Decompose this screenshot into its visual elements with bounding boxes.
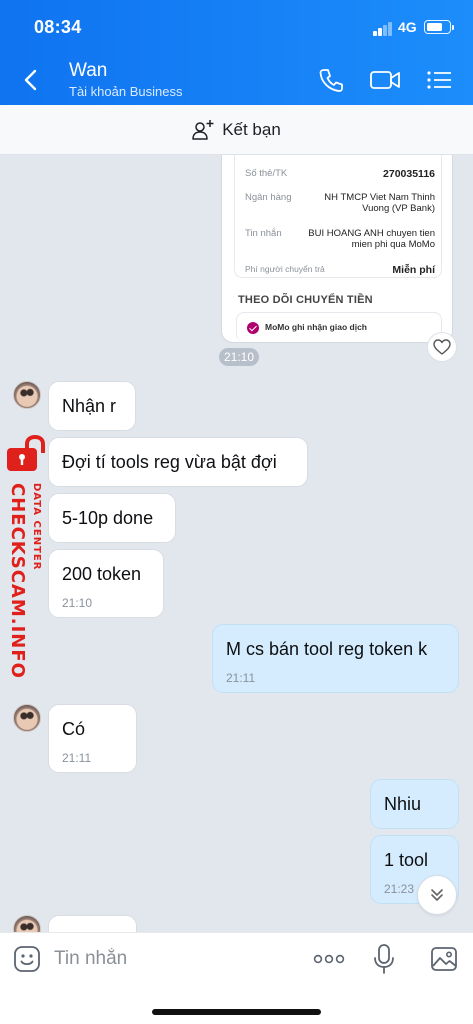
receipt-tracking-text: MoMo ghi nhận giao dịch [265, 322, 367, 332]
add-friend-icon [192, 119, 214, 140]
add-friend-label: Kết bạn [222, 119, 281, 139]
message-text: M cs bán tool reg token k [226, 639, 428, 659]
avatar[interactable] [13, 704, 41, 732]
receipt-row: Tin nhắn BUI HOANG ANH chuyen tien mien … [245, 228, 435, 256]
avatar[interactable] [13, 915, 41, 932]
watermark-brand: CHECKSCAM.INFO [7, 483, 28, 679]
receipt-tracking: MoMo ghi nhận giao dịch [236, 312, 442, 342]
receipt-section-title: THEO DÕI CHUYỂN TIỀN [238, 294, 373, 306]
sticker-icon[interactable] [13, 945, 41, 973]
message-input[interactable] [54, 945, 294, 973]
message-text: 5-10p done [62, 508, 154, 528]
message-text: 1 tool [384, 850, 429, 870]
contact-subtitle: Tài khoản Business [69, 84, 183, 99]
scroll-to-bottom-button[interactable] [417, 875, 457, 915]
mic-icon[interactable] [372, 943, 396, 975]
receipt-key: Tin nhắn [245, 228, 282, 239]
lock-watermark-logo [7, 435, 45, 471]
menu-icon[interactable] [425, 68, 453, 92]
receipt-value: BUI HOANG ANH chuyen tien mien phi qua M… [308, 228, 435, 250]
network-label: 4G [398, 19, 417, 35]
receipt-value: Miễn phí [392, 264, 435, 276]
more-icon[interactable] [313, 951, 345, 967]
message-text: Đợi tí tools reg vừa bật đợi [62, 452, 277, 472]
receipt-value: NH TMCP Viet Nam Thinh Vuong (VP Bank) [324, 192, 435, 214]
home-indicator[interactable] [152, 1009, 321, 1015]
message-time: 21:11 [226, 671, 256, 685]
video-icon[interactable] [369, 68, 401, 92]
back-icon[interactable] [20, 66, 44, 94]
message-bubble-in[interactable]: 5-10p done [48, 493, 176, 543]
phone-icon[interactable] [317, 66, 345, 94]
heart-icon [433, 339, 451, 355]
message-bubble-in[interactable] [48, 915, 137, 932]
receipt-value: 270035116 [383, 168, 435, 180]
message-time: 21:10 [62, 596, 93, 610]
check-icon [247, 322, 259, 334]
receipt-key: Ngân hàng [245, 192, 292, 203]
message-time: 21:11 [62, 751, 92, 765]
chat-header: 08:34 4G Wan Tài khoản Business [0, 0, 473, 105]
contact-name[interactable]: Wan [69, 60, 107, 82]
message-text: Nhận r [62, 396, 117, 416]
react-heart-button[interactable] [427, 332, 457, 362]
chat-area[interactable]: Số thẻ/TK 270035116 Ngân hàng NH TMCP Vi… [0, 155, 473, 932]
receipt-details: Số thẻ/TK 270035116 Ngân hàng NH TMCP Vi… [234, 155, 442, 278]
avatar[interactable] [13, 381, 41, 409]
watermark-subtitle: DATA CENTER [31, 483, 42, 571]
image-icon[interactable] [430, 945, 458, 973]
transfer-receipt-image[interactable]: Số thẻ/TK 270035116 Ngân hàng NH TMCP Vi… [221, 155, 453, 343]
message-time-pill: 21:10 [219, 348, 260, 366]
message-text: 200 token [62, 564, 142, 584]
composer-bar [0, 932, 473, 1024]
receipt-row: Số thẻ/TK 270035116 [245, 168, 435, 182]
receipt-row: Phí người chuyển trả Miễn phí [245, 264, 435, 278]
signal-icon [373, 22, 393, 36]
message-text: Có [62, 719, 86, 739]
battery-icon [424, 20, 454, 34]
message-bubble-out[interactable]: M cs bán tool reg token k 21:11 [212, 624, 459, 693]
message-text: Nhiu [384, 794, 422, 814]
message-time: 21:23 [384, 882, 415, 896]
receipt-key: Số thẻ/TK [245, 168, 288, 179]
status-time: 08:34 [34, 17, 82, 37]
receipt-key: Phí người chuyển trả [245, 264, 325, 274]
chevron-down-icon [431, 889, 443, 901]
status-bar: 08:34 4G [0, 0, 473, 56]
message-bubble-in[interactable]: Đợi tí tools reg vừa bật đợi [48, 437, 308, 487]
message-bubble-in[interactable]: Có 21:11 [48, 704, 137, 773]
receipt-row: Ngân hàng NH TMCP Viet Nam Thinh Vuong (… [245, 192, 435, 220]
message-bubble-in[interactable]: 200 token 21:10 [48, 549, 164, 618]
message-bubble-in[interactable]: Nhận r [48, 381, 136, 431]
add-friend-bar[interactable]: Kết bạn [0, 105, 473, 155]
message-bubble-out[interactable]: Nhiu [370, 779, 459, 829]
